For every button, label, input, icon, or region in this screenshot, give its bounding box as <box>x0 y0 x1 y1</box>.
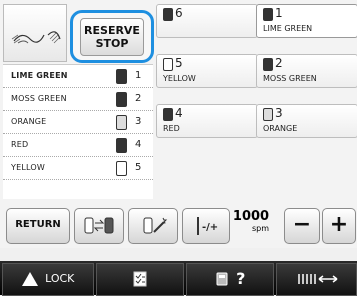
spool-icon <box>263 58 273 71</box>
needle-tension-icon: -/+ <box>197 217 218 235</box>
plus-label: + <box>329 212 349 237</box>
spool-icon <box>163 8 173 21</box>
needle-number: 2 <box>275 56 283 70</box>
list-item[interactable]: LIME GREEN 1 <box>3 65 153 88</box>
spool-icon <box>116 115 127 130</box>
lock-label: LOCK <box>45 272 75 285</box>
spool-icon <box>116 138 127 153</box>
color-name: YELLOW <box>11 163 45 172</box>
speed-readout: 1000 spm <box>231 208 271 242</box>
speed-unit: spm <box>251 224 269 233</box>
needle-number: 3 <box>135 116 142 127</box>
needle-number: 2 <box>135 93 142 104</box>
list-item[interactable]: MOSS GREEN 2 <box>3 88 153 111</box>
needle-cell-3[interactable]: 3 ORANGE <box>256 104 357 138</box>
speed-increase-button[interactable]: + <box>322 208 356 244</box>
needle-cell-5[interactable]: 5 YELLOW <box>156 54 258 88</box>
speed-value: 1000 <box>232 209 270 224</box>
spool-wand-icon <box>143 217 168 234</box>
needle-bar-move-icon <box>297 274 337 284</box>
needle-number: 1 <box>135 70 142 81</box>
needle-color-name: MOSS GREEN <box>263 74 317 83</box>
list-item[interactable]: ORANGE 3 <box>3 111 153 134</box>
needle-cell-6[interactable]: 6 <box>156 4 258 38</box>
help-button[interactable]: ? <box>186 263 274 296</box>
needle-cell-1[interactable]: 1 LIME GREEN <box>256 4 357 38</box>
needle-number: 3 <box>275 106 283 120</box>
needle-color-name: ORANGE <box>263 124 298 133</box>
warning-icon <box>21 272 38 286</box>
spool-icon <box>116 92 127 107</box>
list-item[interactable]: RED 4 <box>3 134 153 157</box>
needle-number: 5 <box>175 56 183 70</box>
reserve-stop-button[interactable]: RESERVE STOP <box>80 18 144 56</box>
checklist-icon <box>133 271 147 287</box>
svg-text:-/+: -/+ <box>202 222 218 233</box>
minus-label: − <box>292 212 312 237</box>
tension-adjust-button[interactable]: -/+ <box>182 208 230 244</box>
help-label: ? <box>236 269 246 288</box>
color-order-list: LIME GREEN 1 MOSS GREEN 2 ORANGE 3 RED 4… <box>3 64 153 199</box>
needle-number: 5 <box>135 162 142 173</box>
color-name: LIME GREEN <box>11 71 68 80</box>
needle-number: 1 <box>275 6 283 20</box>
embroidery-preview <box>3 4 67 62</box>
spool-magic-button[interactable] <box>128 208 178 244</box>
checklist-button[interactable] <box>96 263 184 296</box>
spool-icon <box>163 108 173 121</box>
needle-color-name: LIME GREEN <box>263 24 313 33</box>
spool-icon <box>116 161 127 176</box>
spool-icon <box>263 8 273 21</box>
swap-spool-icon <box>84 217 114 234</box>
machine-icon <box>216 272 228 286</box>
return-label: RETURN <box>15 219 61 230</box>
needle-color-name: RED <box>163 124 180 133</box>
needle-number: 4 <box>135 139 142 150</box>
spool-icon <box>116 69 127 84</box>
reserve-stop-label-line1: RESERVE <box>84 24 140 37</box>
spool-icon <box>263 108 273 121</box>
needle-move-button[interactable] <box>276 263 357 296</box>
lock-button[interactable]: LOCK <box>2 263 94 296</box>
needle-cell-4[interactable]: 4 RED <box>156 104 258 138</box>
speed-decrease-button[interactable]: − <box>284 208 320 244</box>
swap-spool-button[interactable] <box>74 208 124 244</box>
needle-number: 4 <box>175 106 183 120</box>
color-name: ORANGE <box>11 117 47 126</box>
reserve-stop-label-line2: STOP <box>95 37 129 50</box>
spool-icon <box>163 58 173 71</box>
return-button[interactable]: RETURN <box>6 208 70 244</box>
needle-cell-2[interactable]: 2 MOSS GREEN <box>256 54 357 88</box>
needle-color-name: YELLOW <box>163 74 196 83</box>
needle-number: 6 <box>175 6 183 20</box>
color-name: RED <box>11 140 29 149</box>
list-item[interactable]: YELLOW 5 <box>3 157 153 180</box>
color-name: MOSS GREEN <box>11 94 67 103</box>
